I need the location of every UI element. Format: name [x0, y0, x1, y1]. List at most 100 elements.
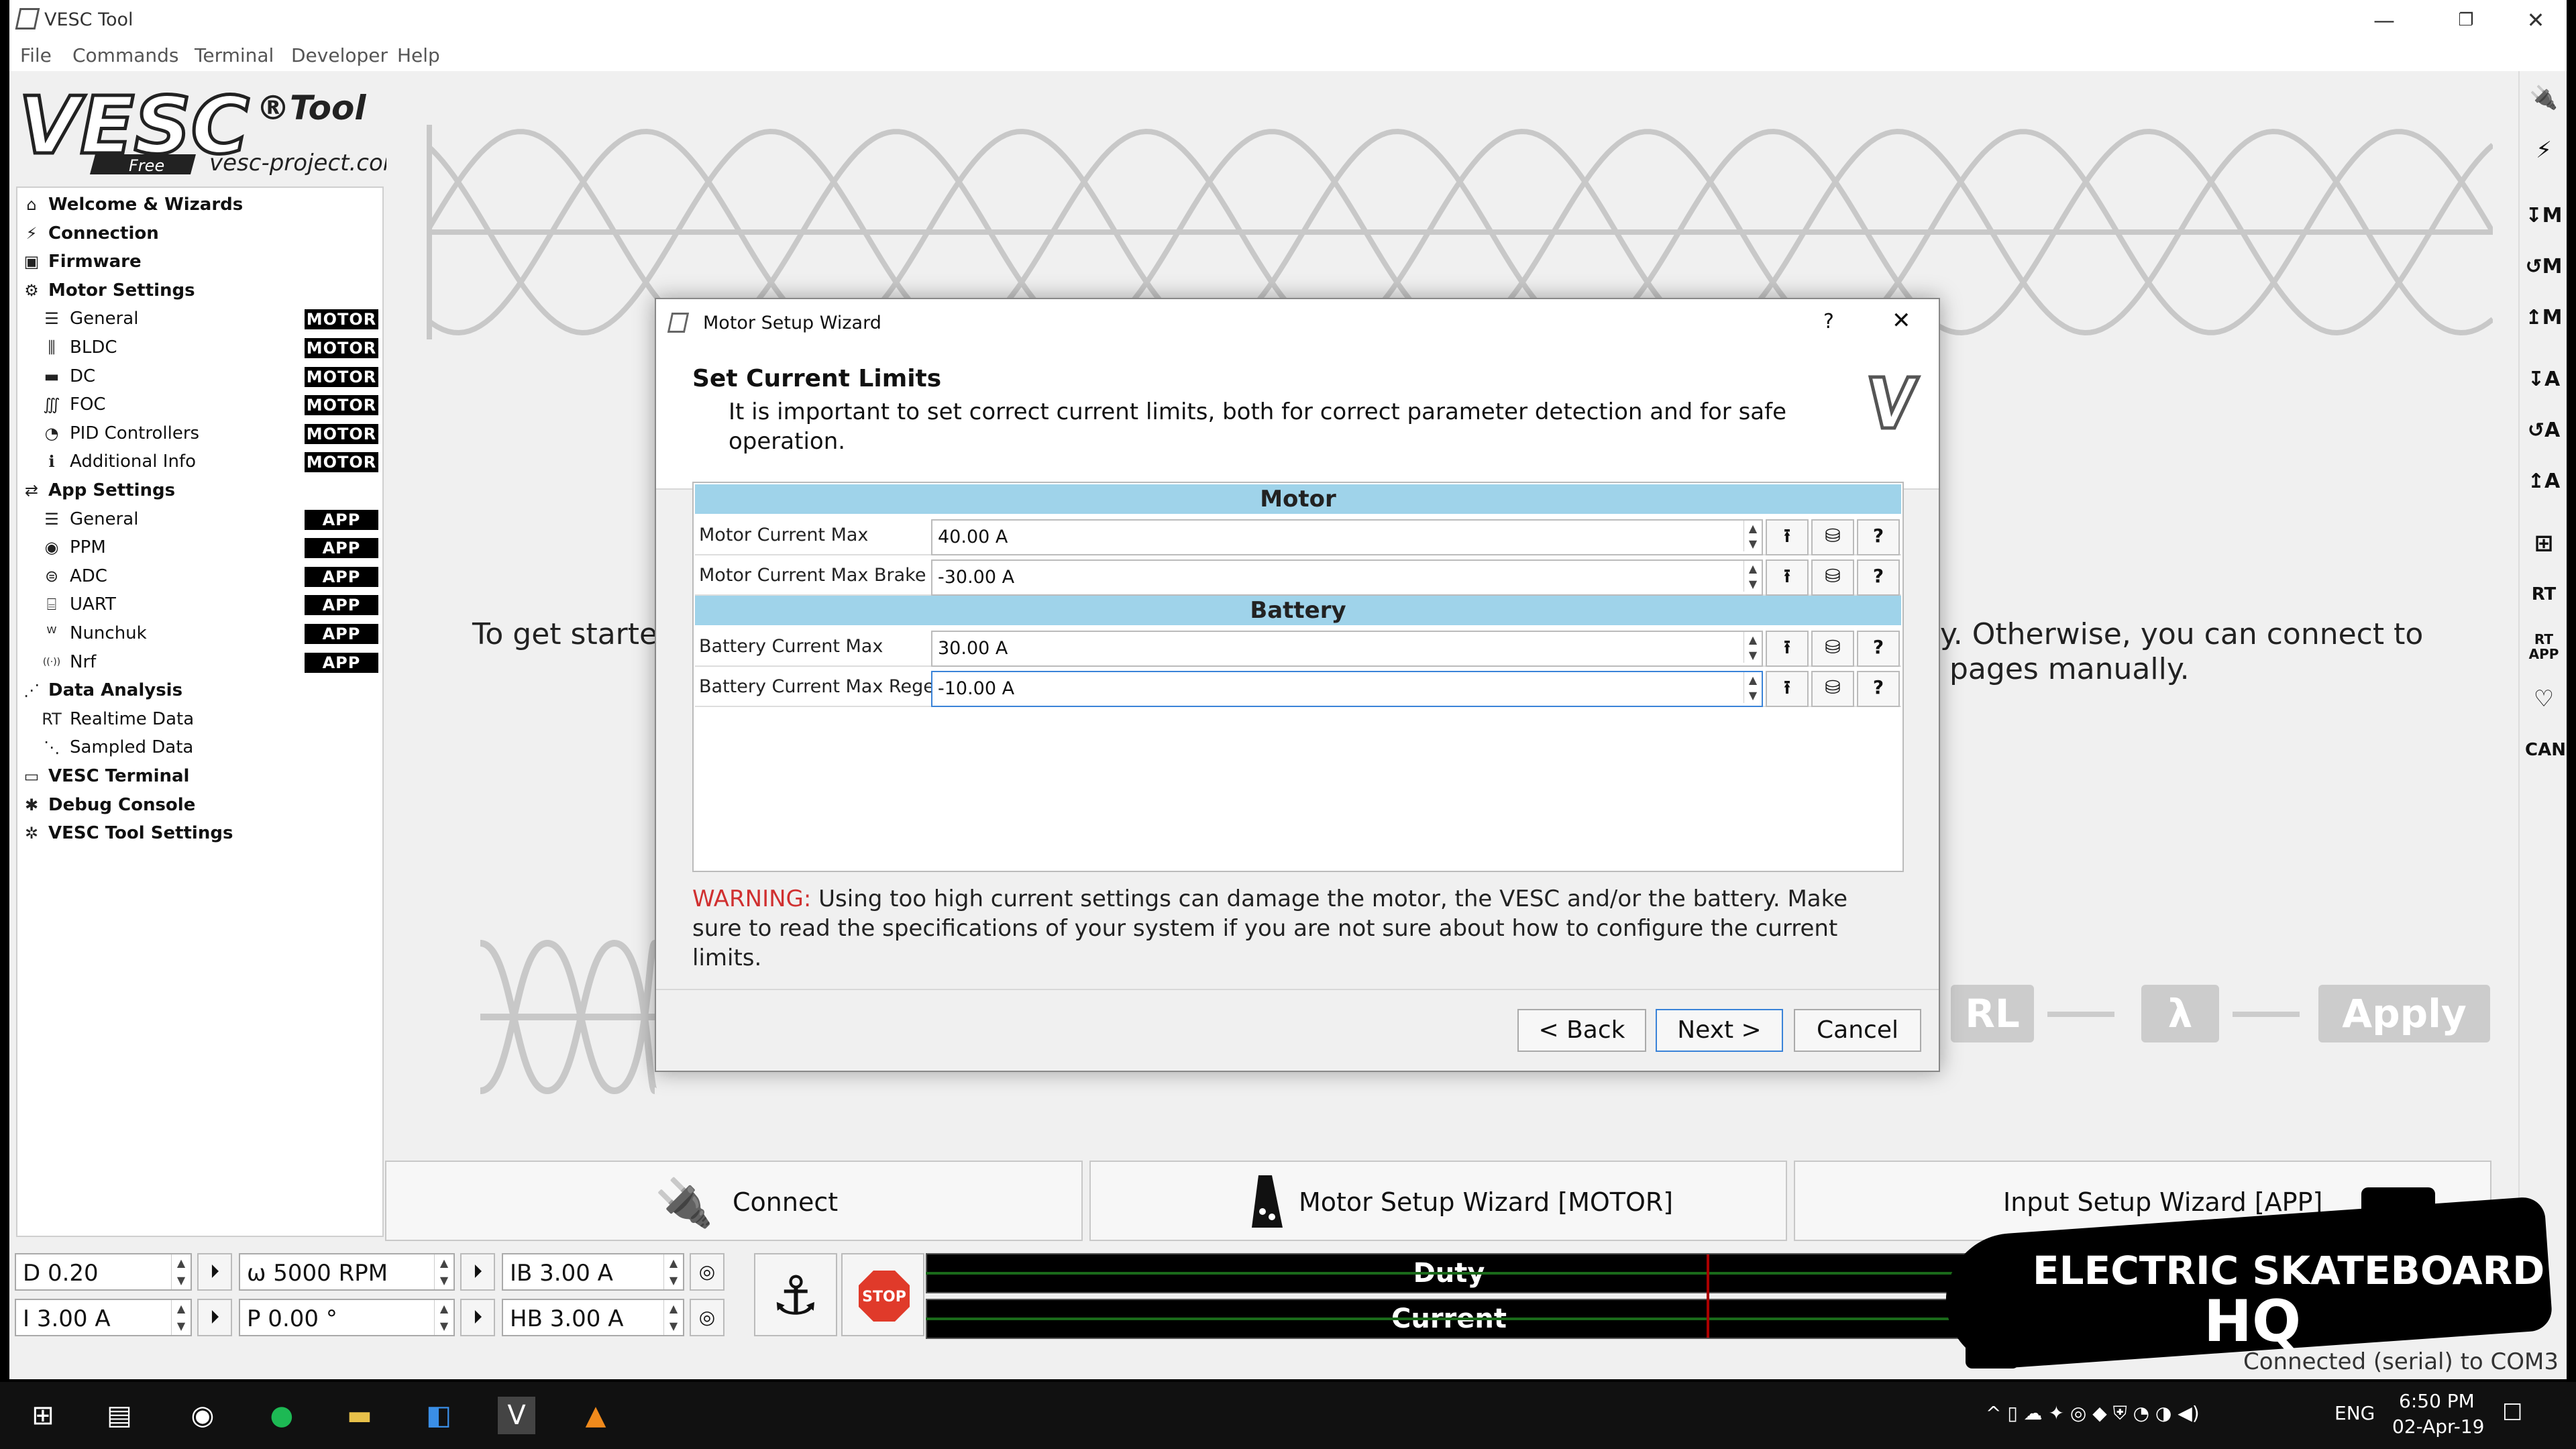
help-button[interactable]: ? — [1823, 310, 1834, 333]
anchor-button[interactable]: ⚓ — [754, 1253, 837, 1336]
windows-start-icon[interactable]: ⊞ — [24, 1397, 62, 1434]
clock-time[interactable]: 6:50 PM — [2399, 1390, 2475, 1412]
param-row-motor-current-max: Motor Current Max 40.00 A ▲ ▼ ⭱ ⛁ ? — [695, 515, 1901, 555]
menu-file[interactable]: File — [20, 44, 52, 66]
reset-default-icon[interactable]: ⛁ — [1811, 519, 1854, 555]
run-rpm-button[interactable]: ⏵ — [460, 1253, 495, 1291]
battery-current-max-input[interactable]: 30.00 A ▲ ▼ — [931, 631, 1763, 667]
menu-terminal[interactable]: Terminal — [195, 44, 274, 66]
sidebar-item-general[interactable]: ☰ General MOTOR — [17, 305, 380, 333]
connect-icon[interactable]: 🔌 — [2525, 79, 2563, 117]
write-app-icon[interactable]: ↥A — [2525, 463, 2563, 500]
rt-app-icon[interactable]: RT APP — [2525, 628, 2563, 669]
read-motor-icon[interactable]: ↧M — [2525, 197, 2563, 235]
reset-default-icon[interactable]: ⛁ — [1811, 671, 1854, 707]
sidebar-item-nunchuk[interactable]: ᵂ Nunchuk APP — [17, 619, 380, 647]
file-explorer-icon[interactable]: ▬ — [341, 1397, 378, 1434]
sidebar-item-ppm[interactable]: ◉ PPM APP — [17, 533, 380, 561]
store-icon[interactable]: ◧ — [420, 1397, 458, 1434]
run-brake-button[interactable]: ◎ — [690, 1253, 724, 1291]
help-icon[interactable]: ? — [1857, 519, 1900, 555]
task-view-icon[interactable]: ▤ — [101, 1397, 138, 1434]
close-window-button[interactable]: ✕ — [2509, 5, 2563, 35]
rpm-input[interactable]: ω 5000 RPM ▲ ▼ — [239, 1253, 455, 1291]
sidebar-item-data-analysis[interactable]: ⋰ Data Analysis — [17, 676, 380, 704]
back-button[interactable]: < Back — [1517, 1009, 1646, 1052]
run-handbrake-button[interactable]: ◎ — [690, 1299, 724, 1336]
help-icon[interactable]: ? — [1857, 631, 1900, 667]
run-position-button[interactable]: ⏵ — [460, 1299, 495, 1336]
run-current-button[interactable]: ⏵ — [197, 1299, 232, 1336]
notifications-icon[interactable]: ☐ — [2502, 1399, 2522, 1426]
sidebar-item-pid-controllers[interactable]: ◔ PID Controllers MOTOR — [17, 419, 380, 447]
rt-data-icon[interactable]: RT — [2525, 576, 2563, 613]
stop-button[interactable]: STOP — [841, 1253, 924, 1336]
motor-current-max-input[interactable]: 40.00 A ▲ ▼ — [931, 519, 1763, 555]
read-app-icon[interactable]: ↧A — [2525, 361, 2563, 398]
sidebar-item-bldc[interactable]: ⫼ BLDC MOTOR — [17, 333, 380, 362]
heart-icon[interactable]: ♡ — [2525, 680, 2563, 718]
motor-setup-wizard-button[interactable]: Motor Setup Wizard [MOTOR] — [1089, 1161, 1787, 1241]
sidebar-item-additional-info[interactable]: ℹ Additional Info MOTOR — [17, 447, 380, 476]
menu-developer[interactable]: Developer — [291, 44, 388, 66]
read-default-app-icon[interactable]: ↺A — [2525, 412, 2563, 449]
upload-icon[interactable]: ⭱ — [1766, 559, 1809, 596]
sidebar-item-general[interactable]: ☰ General APP — [17, 505, 380, 533]
reset-default-icon[interactable]: ⛁ — [1811, 631, 1854, 667]
reset-default-icon[interactable]: ⛁ — [1811, 559, 1854, 596]
vesc-tool-taskbar-icon[interactable]: V — [498, 1397, 535, 1434]
minimize-button[interactable]: — — [2357, 5, 2411, 35]
sidebar-item-adc[interactable]: ⊜ ADC APP — [17, 562, 380, 590]
menu-help[interactable]: Help — [397, 44, 440, 66]
sidebar-item-nrf[interactable]: ((·)) Nrf APP — [17, 648, 380, 676]
vlc-icon[interactable]: ▲ — [577, 1397, 614, 1434]
sidebar-item-motor-settings[interactable]: ⚙ Motor Settings — [17, 276, 380, 305]
can-scan-icon[interactable]: ⊞ — [2525, 525, 2563, 562]
close-dialog-button[interactable]: ✕ — [1892, 307, 1911, 334]
help-icon[interactable]: ? — [1857, 671, 1900, 707]
upload-icon[interactable]: ⭱ — [1766, 631, 1809, 667]
sidebar-item-app-settings[interactable]: ⇄ App Settings — [17, 476, 380, 504]
battery-current-max-regen-input[interactable]: -10.00 A ▲ ▼ — [931, 671, 1763, 707]
title-bar: VESC Tool — ❐ ✕ — [9, 0, 2567, 40]
sidebar-item-uart[interactable]: ⌸ UART APP — [17, 590, 380, 619]
language-indicator[interactable]: ENG — [2334, 1402, 2375, 1424]
clock-date[interactable]: 02-Apr-19 — [2392, 1415, 2485, 1438]
menu-commands[interactable]: Commands — [72, 44, 179, 66]
disconnect-icon[interactable]: ⚡ — [2525, 131, 2563, 169]
wizard-heading: Set Current Limits — [692, 365, 942, 392]
chart-icon: ⋰ — [23, 681, 40, 700]
restore-button[interactable]: ❐ — [2439, 5, 2493, 35]
sidebar-item-connection[interactable]: ⚡ Connection — [17, 219, 380, 248]
tray-icons[interactable]: ^ ▯ ☁ ✦ ◎ ◆ ⛨ ◔ ◑ ◀) — [1986, 1402, 2200, 1425]
connect-button[interactable]: 🔌 Connect — [385, 1161, 1083, 1241]
sidebar-item-realtime-data[interactable]: RT Realtime Data — [17, 705, 380, 733]
write-motor-icon[interactable]: ↥M — [2525, 299, 2563, 337]
run-duty-button[interactable]: ⏵ — [197, 1253, 232, 1291]
upload-icon[interactable]: ⭱ — [1766, 519, 1809, 555]
current-input[interactable]: I 3.00 A ▲ ▼ — [15, 1299, 192, 1336]
sidebar-item-welcome-wizards[interactable]: ⌂ Welcome & Wizards — [17, 191, 380, 219]
help-icon[interactable]: ? — [1857, 559, 1900, 596]
uart-icon: ⌸ — [46, 595, 57, 614]
sidebar-item-sampled-data[interactable]: ⋱ Sampled Data — [17, 733, 380, 761]
sidebar-item-vesc-tool-settings[interactable]: ✲ VESC Tool Settings — [17, 819, 380, 847]
sidebar-item-vesc-terminal[interactable]: ▭ VESC Terminal — [17, 762, 380, 790]
sidebar-item-dc[interactable]: ▬ DC MOTOR — [17, 362, 380, 390]
upload-icon[interactable]: ⭱ — [1766, 671, 1809, 707]
chrome-icon[interactable]: ◉ — [184, 1397, 221, 1434]
sidebar-item-firmware[interactable]: ▣ Firmware — [17, 248, 380, 276]
duty-input[interactable]: D 0.20 ▲ ▼ — [15, 1253, 192, 1291]
read-default-motor-icon[interactable]: ↺M — [2525, 248, 2563, 286]
sidebar-tag-motor: MOTOR — [305, 309, 378, 330]
sidebar-item-debug-console[interactable]: ✱ Debug Console — [17, 791, 380, 819]
spotify-icon[interactable]: ● — [263, 1397, 301, 1434]
handbrake-input[interactable]: HB 3.00 A ▲ ▼ — [502, 1299, 684, 1336]
can-icon[interactable]: CAN — [2525, 731, 2566, 769]
cancel-button[interactable]: Cancel — [1794, 1009, 1921, 1052]
sidebar-item-foc[interactable]: ∭ FOC MOTOR — [17, 390, 380, 419]
position-input[interactable]: P 0.00 ° ▲ ▼ — [239, 1299, 455, 1336]
next-button[interactable]: Next > — [1656, 1009, 1783, 1052]
brake-current-input[interactable]: IB 3.00 A ▲ ▼ — [502, 1253, 684, 1291]
motor-current-max-brake-input[interactable]: -30.00 A ▲ ▼ — [931, 559, 1763, 596]
